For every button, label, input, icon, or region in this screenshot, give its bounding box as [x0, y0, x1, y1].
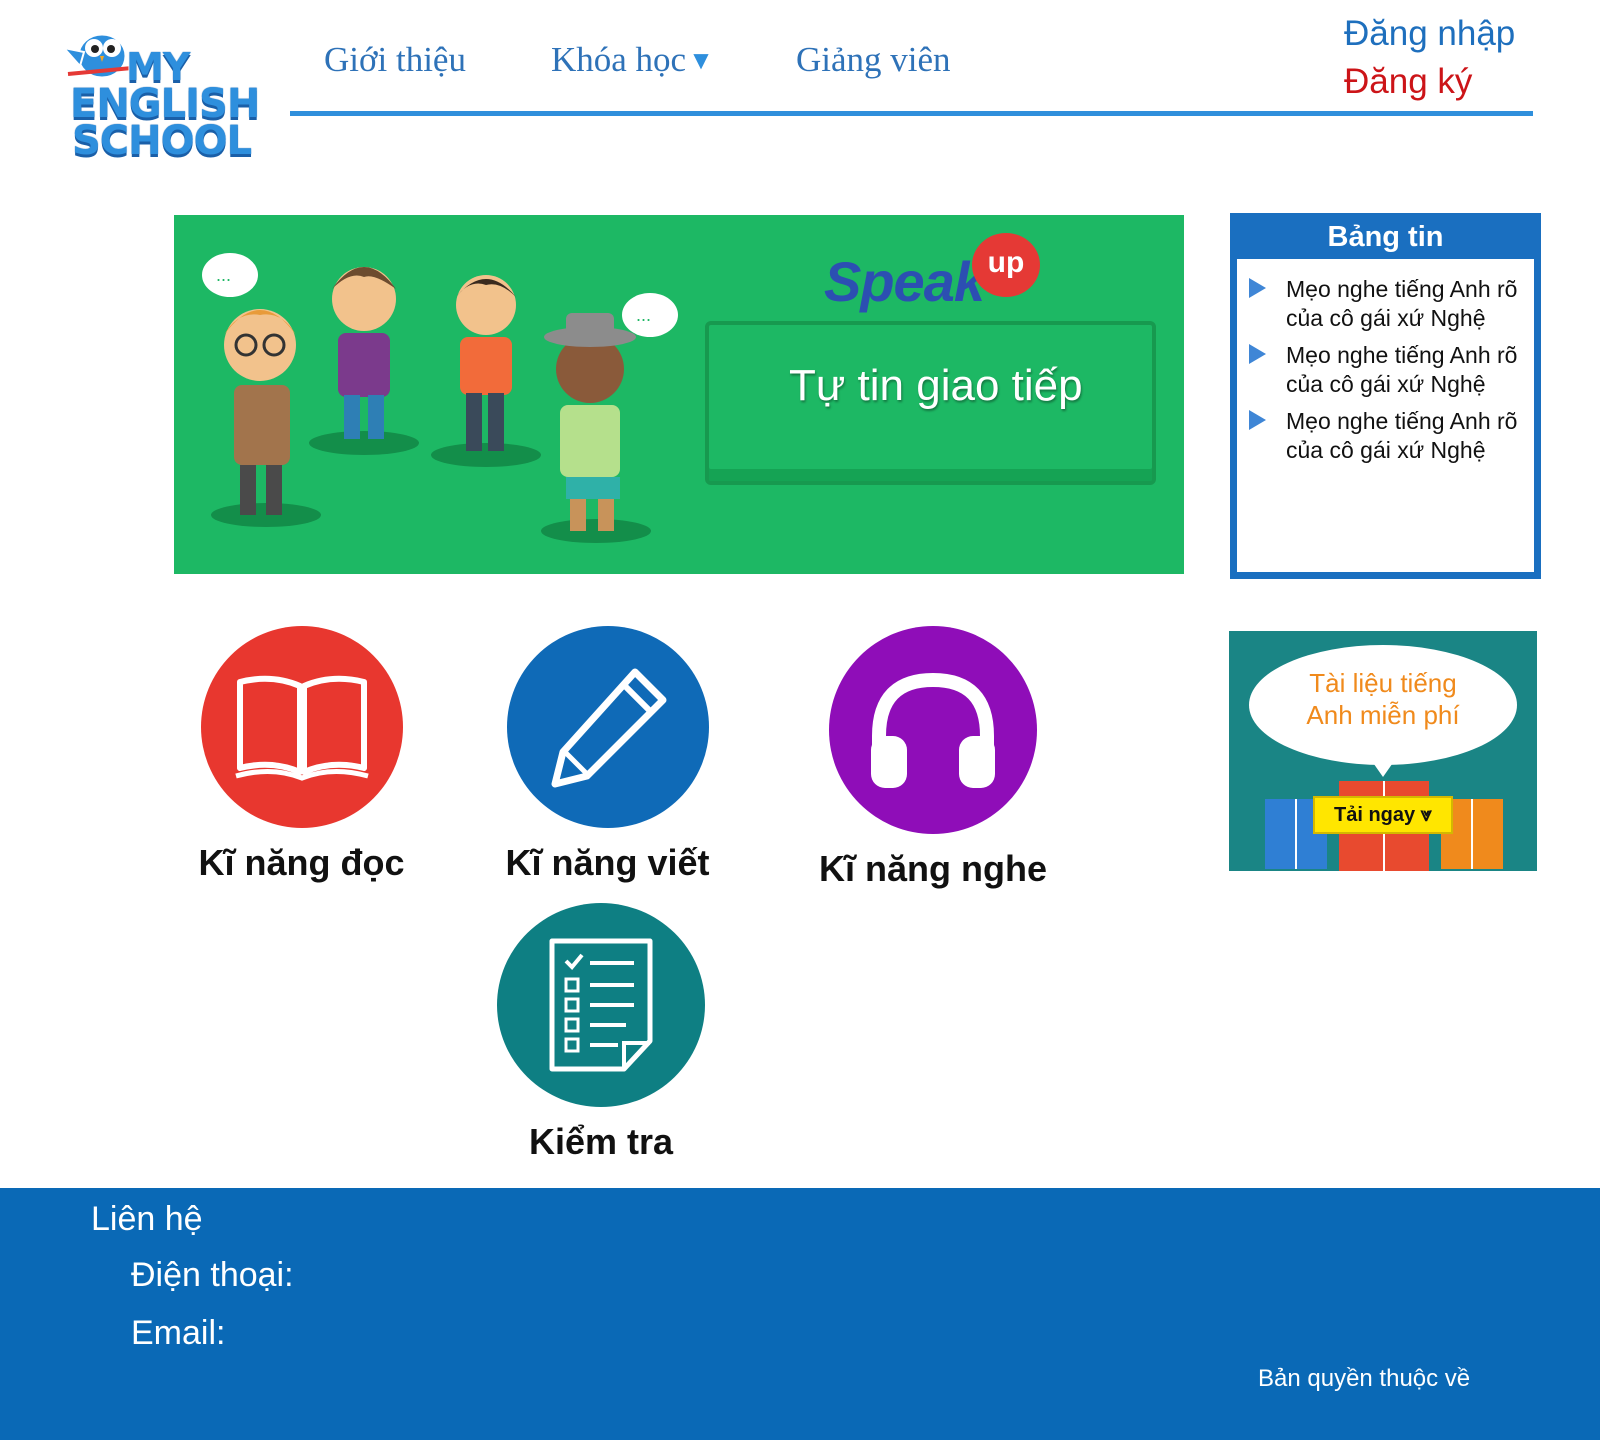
skill-test[interactable]: Kiểm tra — [491, 903, 711, 1163]
hero-banner[interactable]: ... ... Speak up Tự tin giao tiếp — [174, 215, 1184, 574]
footer-copyright: Bản quyền thuộc về — [1258, 1365, 1471, 1392]
nav-intro[interactable]: Giới thiệu — [324, 40, 466, 80]
news-list: Mẹo nghe tiếng Anh rõ của cô gái xứ Nghệ… — [1237, 259, 1534, 465]
arrow-right-icon — [1249, 410, 1266, 430]
banner-cta-label: Tự tin giao tiếp — [789, 361, 1083, 410]
nav-divider — [290, 111, 1533, 116]
news-item-text: Mẹo nghe tiếng Anh rõ của cô gái xứ Nghệ — [1286, 408, 1518, 463]
news-board-title: Bảng tin — [1236, 219, 1535, 259]
footer-contact-heading: Liên hệ — [91, 1200, 203, 1238]
skill-writing-circle — [506, 626, 709, 828]
book-icon — [234, 675, 369, 781]
footer-email-label: Email: — [131, 1314, 226, 1352]
ad-speech-bubble: Tài liệu tiếng Anh miễn phí — [1249, 645, 1517, 765]
headphones-icon — [871, 672, 995, 788]
news-item[interactable]: Mẹo nghe tiếng Anh rõ của cô gái xứ Nghệ — [1249, 407, 1524, 465]
site-logo[interactable]: MY ENGLISH SCHOOL — [54, 18, 261, 168]
speakup-badge: up — [972, 233, 1040, 297]
site-footer: Liên hệ Điện thoại: Email: Bản quyền thu… — [0, 1188, 1600, 1440]
checklist-icon — [549, 938, 653, 1072]
skill-reading-label: Kĩ năng đọc — [198, 842, 405, 883]
news-item[interactable]: Mẹo nghe tiếng Anh rõ của cô gái xứ Nghệ — [1249, 275, 1524, 333]
svg-text:...: ... — [636, 305, 651, 325]
skill-writing[interactable]: Kĩ năng viết — [500, 626, 715, 884]
skill-reading-circle — [200, 626, 403, 828]
banner-cta-button[interactable]: Tự tin giao tiếp — [705, 321, 1156, 485]
logo-word-school: SCHOOL — [71, 118, 253, 164]
download-now-button[interactable]: Tải ngay ⩔ — [1313, 796, 1453, 834]
login-link[interactable]: Đăng nhập — [1344, 14, 1515, 54]
skill-reading[interactable]: Kĩ năng đọc — [194, 626, 409, 884]
register-link[interactable]: Đăng ký — [1344, 62, 1472, 102]
news-item[interactable]: Mẹo nghe tiếng Anh rõ của cô gái xứ Nghệ — [1249, 341, 1524, 399]
ad-headline-line1: Tài liệu tiếng — [1309, 668, 1457, 698]
nav-courses-label: Khóa học — [551, 40, 687, 79]
svg-text:...: ... — [216, 265, 231, 285]
skill-test-circle — [497, 903, 705, 1107]
ad-headline-line2: Anh miễn phí — [1306, 700, 1460, 730]
nav-courses[interactable]: Khóa học▼ — [551, 40, 714, 80]
pencil-icon — [551, 668, 666, 788]
caret-down-icon: ▼ — [688, 46, 714, 75]
speakup-brand: Speak — [824, 250, 985, 313]
news-item-text: Mẹo nghe tiếng Anh rõ của cô gái xứ Nghệ — [1286, 342, 1518, 397]
arrow-right-icon — [1249, 278, 1266, 298]
arrow-right-icon — [1249, 344, 1266, 364]
nav-teachers[interactable]: Giảng viên — [796, 40, 951, 80]
ad-bubble-tail — [1369, 757, 1397, 777]
news-item-text: Mẹo nghe tiếng Anh rõ của cô gái xứ Nghệ — [1286, 276, 1518, 331]
skill-listening-label: Kĩ năng nghe — [819, 848, 1047, 889]
skill-listening-circle — [829, 626, 1037, 834]
news-board: Bảng tin Mẹo nghe tiếng Anh rõ của cô gá… — [1230, 213, 1541, 579]
skill-listening[interactable]: Kĩ năng nghe — [810, 626, 1056, 890]
skill-writing-label: Kĩ năng viết — [505, 842, 710, 883]
footer-phone-label: Điện thoại: — [131, 1256, 294, 1294]
free-documents-ad[interactable]: Tài liệu tiếng Anh miễn phí Tải ngay ⩔ — [1229, 631, 1537, 871]
skill-test-label: Kiểm tra — [528, 1121, 674, 1162]
